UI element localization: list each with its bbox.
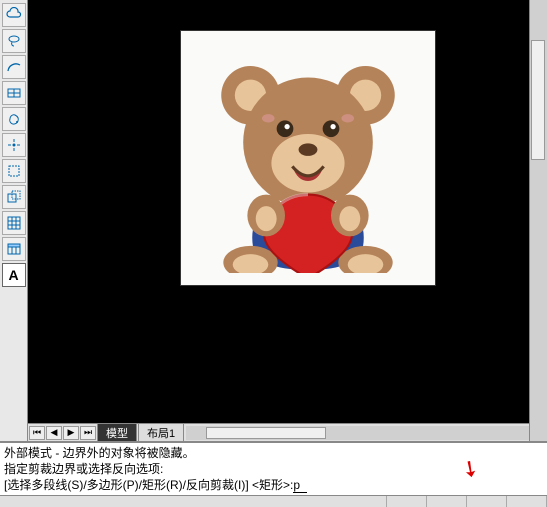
status-bar	[0, 495, 547, 507]
text-tool[interactable]: A	[2, 263, 26, 287]
nav-last-button[interactable]: ⏭	[80, 426, 96, 440]
command-panel: 外部模式 - 边界外的对象将被隐藏。 指定剪裁边界或选择反向选项: [选择多段线…	[0, 441, 547, 495]
tab-model[interactable]: 模型	[97, 423, 137, 443]
lasso-tool[interactable]	[2, 29, 26, 53]
h-scrollbar-track[interactable]	[186, 426, 529, 440]
arc-tool[interactable]	[2, 55, 26, 79]
app-root: A	[0, 0, 547, 507]
inserted-image[interactable]	[180, 30, 436, 286]
spreadsheet-icon	[6, 241, 22, 257]
nav-next-button[interactable]: ▶	[63, 426, 79, 440]
crop-tool[interactable]	[2, 159, 26, 183]
v-scrollbar-thumb[interactable]	[531, 40, 545, 160]
command-prompt-line: [选择多段线(S)/多边形(P)/矩形(R)/反向剪裁(I)] <矩形>:	[4, 477, 543, 493]
nav-first-button[interactable]: ⏮	[29, 426, 45, 440]
arc-icon	[6, 59, 22, 75]
table-tool[interactable]	[2, 81, 26, 105]
right-scrollbar	[529, 0, 547, 441]
blob-icon	[6, 111, 22, 127]
cloud-tool[interactable]	[2, 3, 26, 27]
bear-illustration-icon	[193, 43, 423, 273]
command-history-line: 外部模式 - 边界外的对象将被隐藏。	[4, 445, 543, 461]
nav-prev-button[interactable]: ◀	[46, 426, 62, 440]
bottom-bar: ⏮ ◀ ▶ ⏭ 模型 布局1	[28, 423, 529, 441]
spreadsheet-tool[interactable]	[2, 237, 26, 261]
point-tool[interactable]	[2, 133, 26, 157]
cloud-icon	[6, 7, 22, 23]
canvas-area: ⏮ ◀ ▶ ⏭ 模型 布局1	[28, 0, 529, 441]
trim-icon	[6, 189, 22, 205]
grid-tool[interactable]	[2, 211, 26, 235]
status-segment[interactable]	[467, 496, 507, 507]
grid-icon	[6, 215, 22, 231]
status-segment[interactable]	[387, 496, 427, 507]
trim-tool[interactable]	[2, 185, 26, 209]
command-prompt-prefix: [选择多段线(S)/多边形(P)/矩形(R)/反向剪裁(I)] <矩形>:	[4, 477, 293, 493]
command-input[interactable]	[293, 478, 307, 493]
shape-tool[interactable]	[2, 107, 26, 131]
crop-icon	[6, 163, 22, 179]
tab-layout1[interactable]: 布局1	[138, 423, 184, 443]
status-segment[interactable]	[507, 496, 547, 507]
v-scrollbar-track[interactable]	[530, 0, 547, 441]
workspace: A	[0, 0, 547, 441]
status-segment[interactable]	[347, 496, 387, 507]
h-scrollbar-thumb[interactable]	[206, 427, 326, 439]
left-toolbar: A	[0, 0, 28, 441]
status-segment[interactable]	[427, 496, 467, 507]
command-history-line: 指定剪裁边界或选择反向选项:	[4, 461, 543, 477]
drawing-canvas[interactable]	[28, 0, 529, 423]
lasso-icon	[6, 33, 22, 49]
point-icon	[6, 137, 22, 153]
table-grid-icon	[6, 85, 22, 101]
